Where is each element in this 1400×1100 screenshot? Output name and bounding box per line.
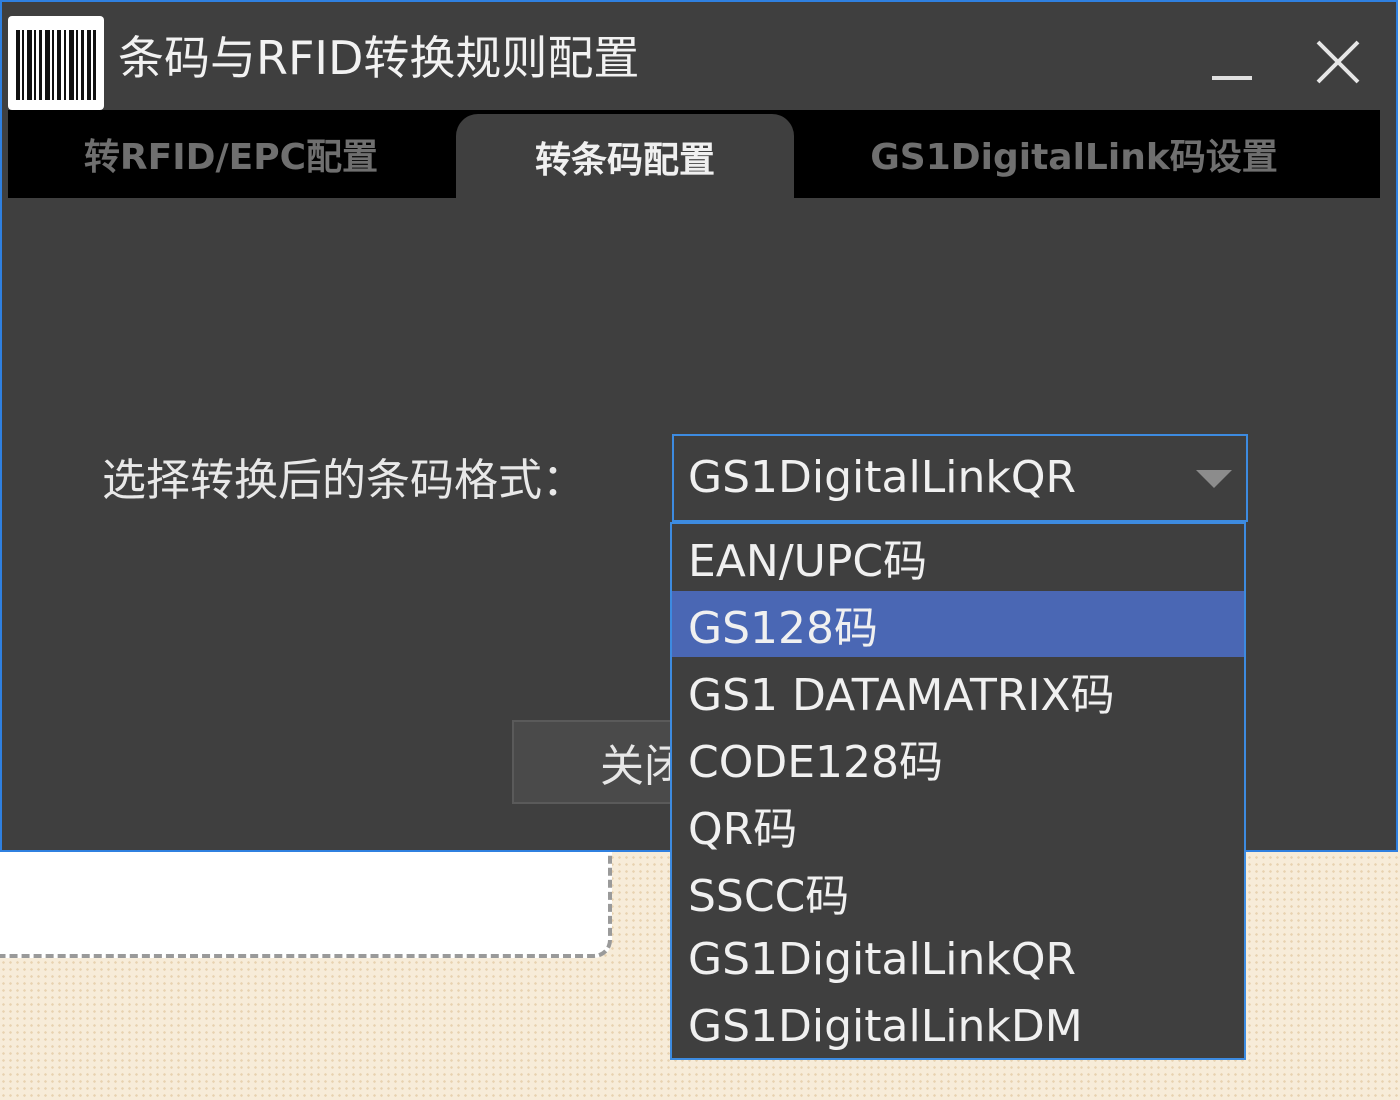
tab-gs1-digitallink-settings[interactable]: GS1DigitalLink码设置 (794, 110, 1354, 198)
select-current-value: GS1DigitalLinkQR (688, 452, 1077, 503)
chevron-down-icon (1196, 470, 1232, 488)
dropdown-option-ean-upc[interactable]: EAN/UPC码 (672, 524, 1244, 590)
title-bar: 条码与RFID转换规则配置 (2, 2, 1396, 110)
close-icon (1316, 40, 1360, 84)
minimize-icon (1212, 76, 1252, 80)
tab-barcode-config[interactable]: 转条码配置 (456, 114, 794, 200)
dropdown-option-gs1-datamatrix[interactable]: GS1 DATAMATRIX码 (672, 658, 1244, 724)
barcode-icon (8, 16, 104, 110)
tab-rfid-epc-config[interactable]: 转RFID/EPC配置 (8, 110, 454, 198)
barcode-format-label: 选择转换后的条码格式： (102, 455, 586, 506)
tab-bar: 转RFID/EPC配置 转条码配置 GS1DigitalLink码设置 (8, 110, 1380, 200)
barcode-format-select[interactable]: GS1DigitalLinkQR (672, 434, 1248, 522)
dropdown-option-gs1-digitallink-qr[interactable]: GS1DigitalLinkQR (672, 926, 1244, 992)
dropdown-option-gs1-digitallink-dm[interactable]: GS1DigitalLinkDM (672, 993, 1244, 1058)
dropdown-option-gs128[interactable]: GS128码 (672, 591, 1244, 657)
close-window-button[interactable] (1308, 32, 1368, 92)
window-title: 条码与RFID转换规则配置 (118, 31, 640, 85)
dropdown-option-code128[interactable]: CODE128码 (672, 725, 1244, 791)
dropdown-option-sscc[interactable]: SSCC码 (672, 859, 1244, 925)
dropdown-option-qr[interactable]: QR码 (672, 792, 1244, 858)
format-dropdown-list: EAN/UPC码 GS128码 GS1 DATAMATRIX码 CODE128码… (670, 522, 1246, 1060)
minimize-button[interactable] (1202, 32, 1262, 92)
